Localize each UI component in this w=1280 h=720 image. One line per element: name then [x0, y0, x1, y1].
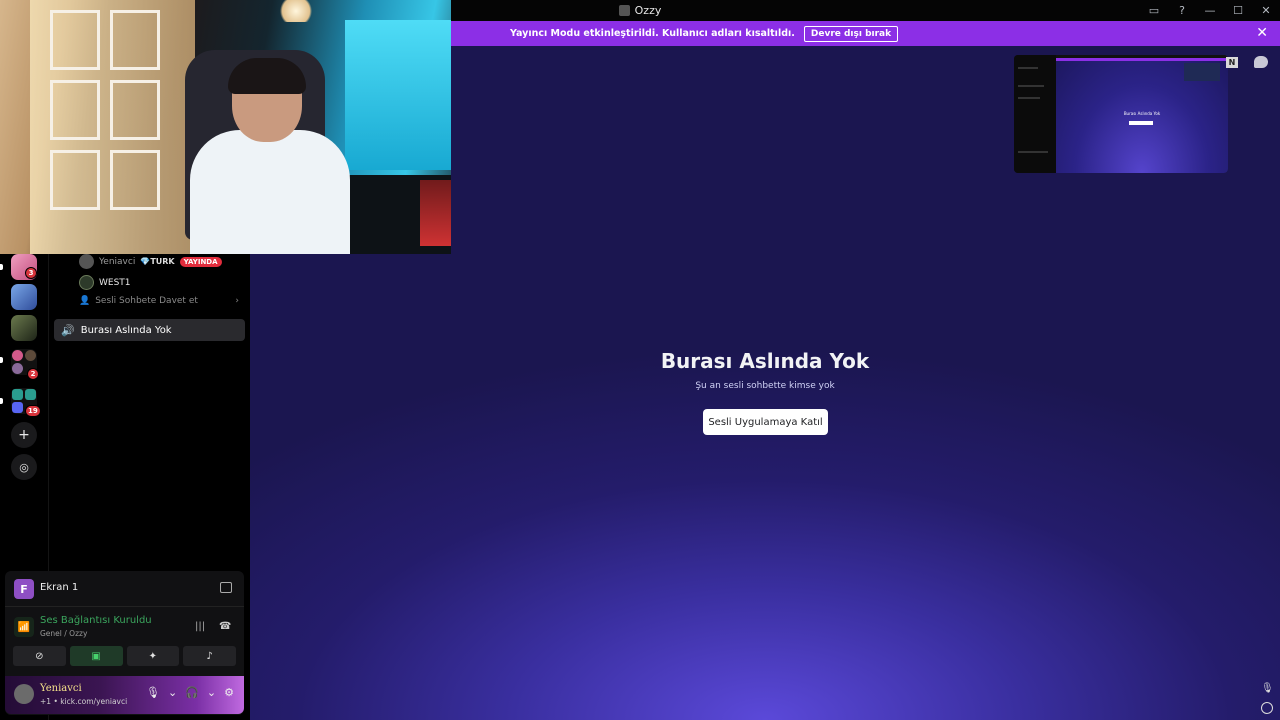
unread-pill	[0, 357, 3, 363]
window-title: Ozzy	[634, 4, 662, 17]
screen-avatar: F	[14, 579, 34, 599]
signal-icon: 📶	[14, 617, 34, 637]
user-avatar[interactable]	[14, 684, 34, 704]
channel-item-active[interactable]: 🔊 Burası Aslında Yok	[54, 319, 245, 341]
preview-sidebar	[1014, 55, 1056, 173]
webcam-window-pane	[110, 10, 160, 70]
activities-button[interactable]: ✦	[126, 646, 180, 666]
screen-label: Ekran 1	[40, 582, 79, 593]
microphone-icon[interactable]: 🎙	[1261, 683, 1274, 695]
webcam-lamp	[276, 0, 316, 22]
unread-pill	[0, 398, 3, 404]
channel-name: Burası Aslında Yok	[80, 324, 172, 336]
preview-line	[1018, 151, 1048, 153]
voice-user-name: WEST1	[99, 277, 131, 288]
webcam-person	[190, 130, 350, 254]
chevron-down-icon[interactable]: ⌄	[207, 686, 216, 699]
invite-label: Sesli Sohbete Davet et	[95, 296, 198, 306]
stage-title: Burası Aslında Yok	[660, 349, 870, 373]
stage-subtitle: Şu an sesli sohbette kimse yok	[695, 381, 835, 391]
avatar	[79, 254, 94, 269]
voice-user-name: Yeniavci	[99, 256, 136, 267]
voice-user-tag: 💎TURK	[140, 257, 175, 266]
chevron-down-icon[interactable]: ⌄	[168, 686, 177, 699]
voice-action-buttons: ⊘ ▣ ✦ ♪	[13, 646, 236, 666]
webcam-window-pane	[110, 80, 160, 140]
avatar	[79, 275, 94, 290]
speaker-icon: 🔊	[61, 323, 75, 337]
headphones-icon[interactable]: 🎧	[185, 686, 199, 699]
app-root: Ozzy ▭ ? — ☐ ✕ Yayıncı Modu etkinleştiri…	[0, 0, 1280, 720]
minimize-button[interactable]: —	[1196, 0, 1224, 21]
join-voice-activity-button[interactable]: Sesli Uygulamaya Katıl	[703, 409, 828, 435]
streamer-mode-banner: Yayıncı Modu etkinleştirildi. Kullanıcı …	[451, 21, 1280, 46]
webcam-desk-light	[420, 180, 451, 246]
settings-gear-icon[interactable]: ⚙	[224, 686, 234, 699]
server-icon[interactable]	[11, 284, 37, 310]
voice-user-west1[interactable]: WEST1	[79, 275, 131, 290]
disconnect-icon[interactable]: ☎	[219, 621, 231, 632]
webcam-window-pane	[50, 10, 100, 70]
inbox-icon[interactable]: ▭	[1140, 0, 1168, 21]
soundboard-button[interactable]: ♪	[183, 646, 236, 666]
window-title-group: Ozzy	[618, 4, 662, 17]
camera-settings-icon[interactable]	[1261, 702, 1273, 714]
tag-text: TURK	[150, 257, 175, 266]
server-icon[interactable]	[11, 315, 37, 341]
unread-pill	[0, 264, 3, 270]
explore-compass-icon[interactable]: ◎	[11, 454, 37, 480]
webcam-monitor	[345, 20, 451, 170]
webcam-window-pane	[50, 150, 100, 210]
voice-status[interactable]: Ses Bağlantısı Kuruldu	[40, 615, 152, 626]
close-window-button[interactable]: ✕	[1252, 0, 1280, 21]
add-server-button[interactable]: +	[11, 422, 37, 448]
live-badge: YAYINDA	[179, 256, 222, 267]
camera-off-button[interactable]: ⊘	[13, 646, 66, 666]
window-controls: ▭ ? — ☐ ✕	[1140, 0, 1280, 21]
microphone-icon[interactable]: 🎙	[146, 686, 160, 699]
preview-button	[1129, 121, 1153, 125]
preview-webcam	[1184, 63, 1220, 81]
preview-line	[1018, 97, 1040, 99]
user-name[interactable]: Yeniavci	[40, 683, 82, 694]
voice-user-yeniavci[interactable]: Yeniavci 💎TURK YAYINDA	[79, 254, 222, 269]
preview-banner	[1056, 58, 1228, 61]
disable-streamer-mode-button[interactable]: Devre dışı bırak	[803, 25, 899, 42]
app-logo-icon	[618, 5, 630, 16]
webcam-overlay	[0, 0, 451, 254]
user-panel: Yeniavci +1 • kick.com/yeniavci 🎙 ⌄ 🎧 ⌄ …	[5, 676, 244, 714]
stream-preview[interactable]: Burası Aslında Yok	[1014, 55, 1228, 173]
help-icon[interactable]: ?	[1168, 0, 1196, 21]
maximize-button[interactable]: ☐	[1224, 0, 1252, 21]
chevron-right-icon: ›	[235, 296, 239, 306]
invite-to-voice[interactable]: 👤 Sesli Sohbete Davet et ›	[79, 296, 239, 306]
user-status: +1 • kick.com/yeniavci	[40, 697, 128, 706]
webcam-hair	[228, 58, 306, 94]
close-banner-icon[interactable]: ✕	[1256, 25, 1268, 41]
webcam-window-pane	[50, 80, 100, 140]
noise-suppression-icon[interactable]: |||	[195, 621, 205, 632]
preview-title: Burası Aslında Yok	[1123, 111, 1161, 116]
preview-line	[1018, 67, 1038, 69]
server-badge: 2	[27, 368, 39, 380]
banner-message: Yayıncı Modu etkinleştirildi. Kullanıcı …	[510, 28, 795, 39]
server-badge: 3	[25, 267, 37, 279]
chat-bubble-icon[interactable]	[1254, 56, 1268, 68]
user-controls: 🎙 ⌄ 🎧 ⌄ ⚙	[146, 686, 234, 699]
screen-share-button[interactable]: ▣	[69, 646, 123, 666]
voice-location: Genel / Ozzy	[40, 629, 88, 638]
preview-line	[1018, 85, 1044, 87]
server-badge: 19	[25, 405, 41, 417]
webcam-window-pane	[110, 150, 160, 210]
screen-share-row: F Ekran 1	[5, 571, 244, 607]
add-user-icon: 👤	[79, 296, 91, 306]
preview-n-badge: N	[1226, 57, 1238, 68]
stop-stream-icon[interactable]	[220, 582, 232, 593]
